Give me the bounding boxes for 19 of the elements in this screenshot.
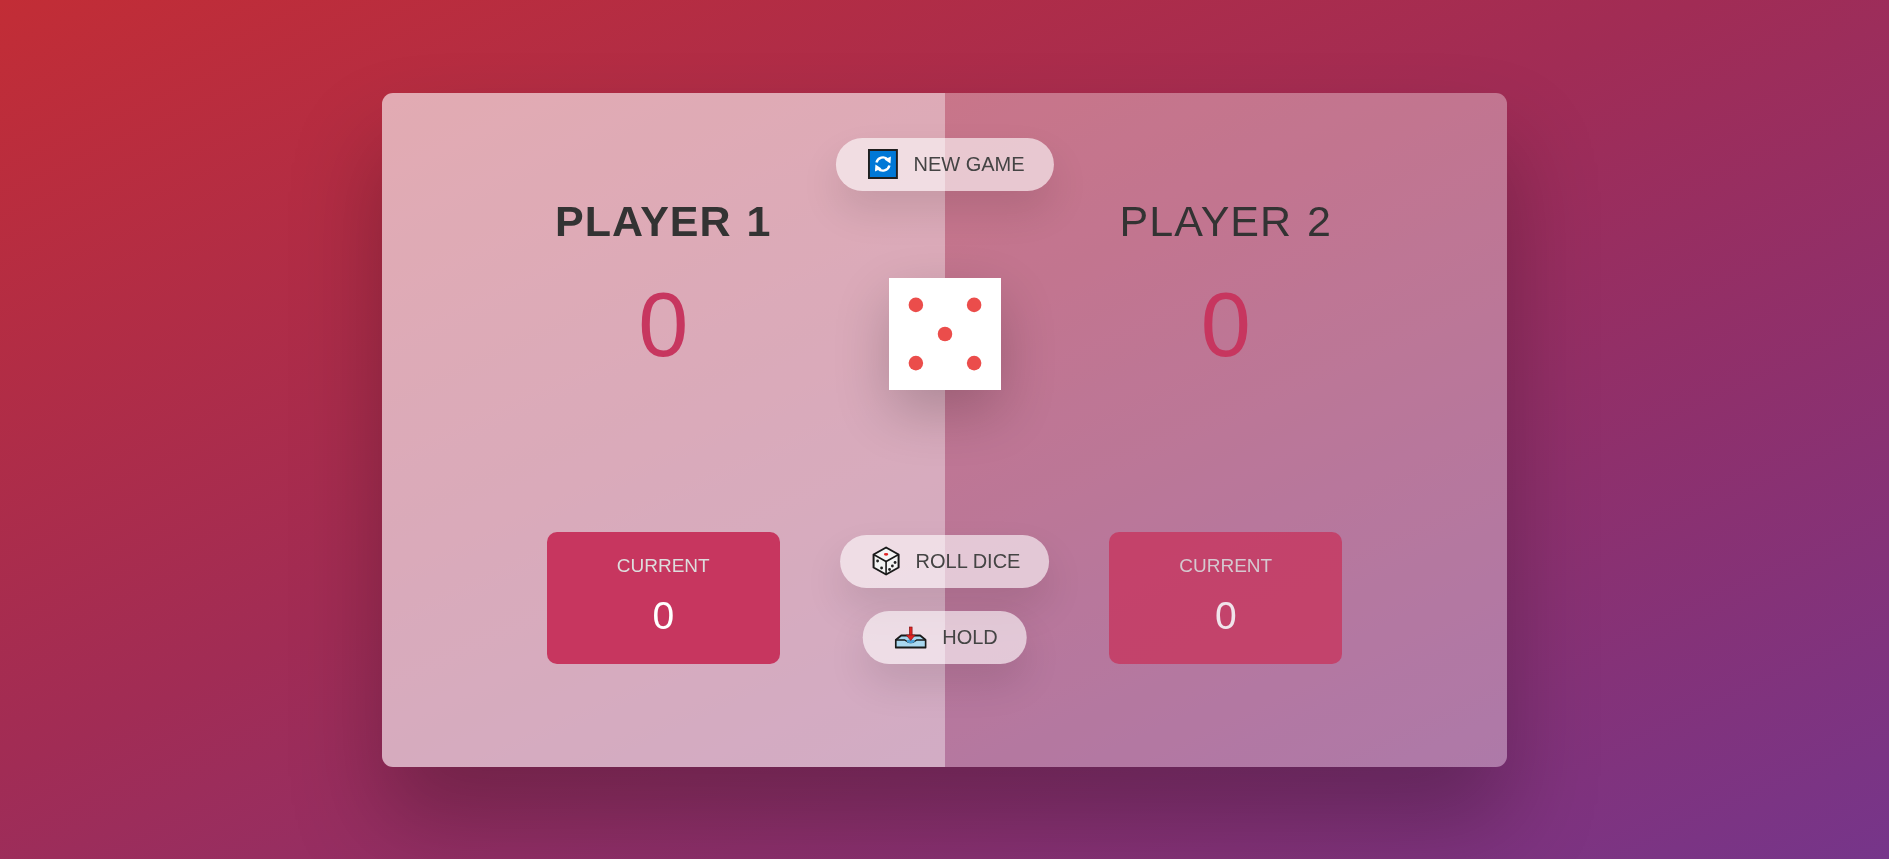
total-score: 0 (638, 274, 689, 378)
refresh-icon (867, 149, 898, 179)
dice-pip (908, 297, 923, 312)
dice-icon (871, 546, 900, 576)
dice-pip (966, 297, 981, 312)
current-label: CURRENT (615, 554, 711, 579)
current-label: CURRENT (1178, 554, 1274, 579)
new-game-button[interactable]: NEW GAME (835, 137, 1054, 191)
roll-dice-button[interactable]: ROLL DICE (839, 534, 1050, 588)
current-score: 0 (651, 592, 676, 639)
current-score: 0 (1213, 592, 1238, 639)
hold-button[interactable]: HOLD (862, 610, 1027, 664)
dice-pip (966, 355, 981, 370)
player-name: PLAYER 1 (555, 195, 772, 247)
tray-arrow-icon (894, 625, 927, 649)
dice-pip (937, 326, 952, 341)
dice-pip (908, 355, 923, 370)
total-score: 0 (1200, 274, 1251, 378)
player-name: PLAYER 2 (1119, 195, 1332, 247)
